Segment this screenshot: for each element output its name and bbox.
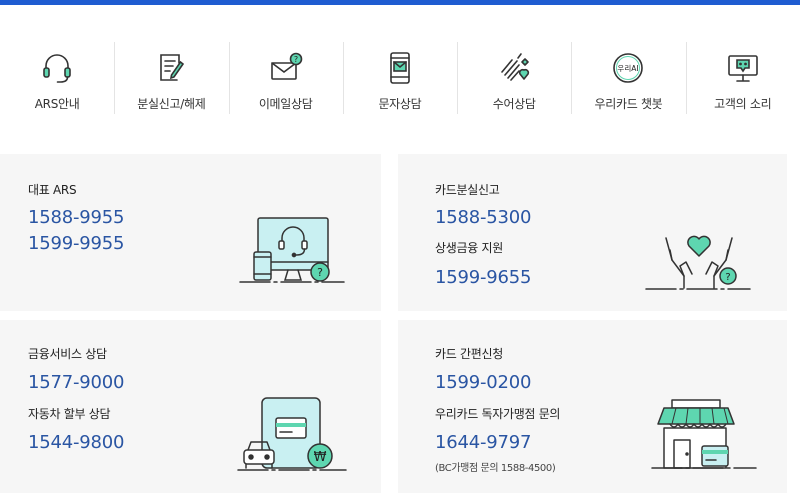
svg-text:?: ?: [725, 272, 730, 283]
monitor-feedback-icon: [727, 55, 758, 82]
caring-hands-heart-illustration: ?: [645, 235, 751, 290]
phone-number[interactable]: 1599-0200: [435, 372, 532, 393]
report-pencil-icon: [160, 54, 185, 81]
phone-number[interactable]: 1588-9955: [28, 207, 125, 228]
nav-item-chatbot[interactable]: 우리AI 우리카드 챗봇: [571, 42, 685, 122]
nav-label: 수어상담: [492, 97, 536, 111]
nav-label: ARS안내: [34, 97, 80, 111]
nav-item-sms[interactable]: 문자상담: [342, 42, 457, 122]
card-subtitle: 우리카드 독자가맹점 문의: [435, 407, 561, 421]
sign-language-icon: [501, 53, 530, 81]
nav-label: 고객의 소리: [714, 97, 772, 111]
bc-merchant-note: (BC가맹점 문의 1588-4500): [435, 463, 556, 474]
card-subtitle: 자동차 할부 상담: [28, 407, 111, 421]
nav-item-lost-report[interactable]: 분실신고/해제: [114, 42, 228, 122]
nav-item-ars[interactable]: ARS안내: [0, 42, 114, 122]
phone-number[interactable]: 1588-5300: [435, 207, 532, 228]
phone-number[interactable]: 1599-9655: [435, 267, 532, 288]
email-question-icon: ?: [270, 52, 302, 80]
storefront-illustration: [651, 399, 757, 469]
card-title: 금융서비스 상담: [28, 347, 107, 361]
svg-text:?: ?: [317, 266, 323, 279]
card-lost-report: 카드분실신고 1588-5300 상생금융 지원 1599-9655 ?: [398, 154, 787, 311]
svg-text:?: ?: [294, 55, 298, 64]
card-title: 카드분실신고: [435, 183, 500, 197]
phone-number[interactable]: 1644-9797: [435, 432, 532, 453]
headset-icon: [43, 54, 71, 83]
phone-number[interactable]: 1599-9955: [28, 233, 125, 254]
phone-number[interactable]: 1577-9000: [28, 372, 125, 393]
svg-text:₩: ₩: [314, 450, 327, 465]
chatbot-badge-text: 우리AI: [618, 64, 639, 73]
nav-item-sign-language[interactable]: 수어상담: [457, 42, 571, 122]
nav-label: 문자상담: [378, 97, 422, 111]
card-finance-service: 금융서비스 상담 1577-9000 자동차 할부 상담 1544-9800 ₩: [0, 320, 381, 493]
card-title: 카드 간편신청: [435, 347, 503, 361]
nav-item-email[interactable]: ? 이메일상담: [228, 42, 343, 122]
chatbot-icon: 우리AI: [613, 53, 644, 83]
service-nav: ARS안내 분실신고/해제 ? 이메일상담 문자상담 수어상담 우리AI 우리카…: [0, 42, 800, 122]
monitor-headset-illustration: ?: [239, 217, 345, 283]
nav-label: 이메일상담: [258, 97, 313, 111]
card-title: 대표 ARS: [28, 183, 77, 197]
nav-label: 우리카드 챗봇: [594, 97, 663, 111]
card-subtitle: 상생금융 지원: [435, 241, 503, 255]
top-accent-bar: [0, 0, 800, 5]
nav-item-customer-voice[interactable]: 고객의 소리: [685, 42, 800, 122]
phone-car-payment-illustration: ₩: [237, 397, 347, 471]
nav-label: 분실신고/해제: [137, 97, 206, 111]
card-main-ars: 대표 ARS 1588-9955 1599-9955 ?: [0, 154, 381, 311]
phone-number[interactable]: 1544-9800: [28, 432, 125, 453]
phone-message-icon: [390, 52, 410, 84]
card-simple-apply: 카드 간편신청 1599-0200 우리카드 독자가맹점 문의 1644-979…: [398, 320, 787, 493]
